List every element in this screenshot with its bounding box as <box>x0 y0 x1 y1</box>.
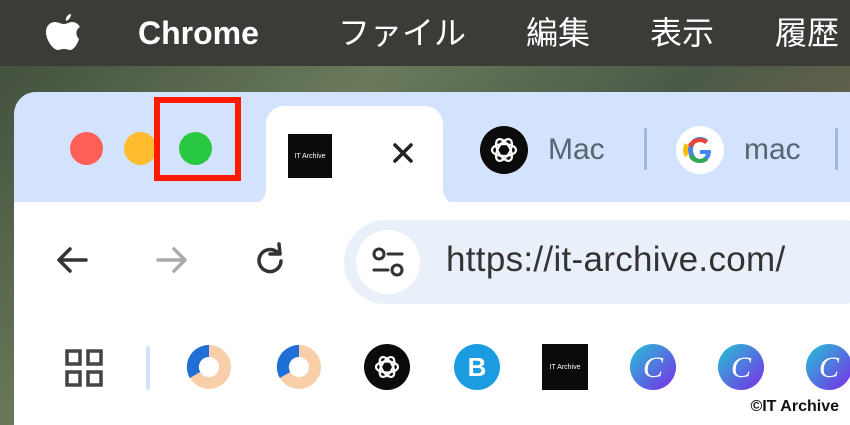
window-close-button[interactable] <box>70 132 103 165</box>
browser-toolbar: https://it-archive.com/ B IT Archive C C… <box>14 202 850 425</box>
tab-mac-openai[interactable]: Mac <box>480 106 640 194</box>
b-icon[interactable]: B <box>454 344 500 390</box>
it-archive-bookmark[interactable]: IT Archive <box>542 344 588 390</box>
chrome-window: IT Archive Mac mac https://it-archive.co… <box>14 92 850 425</box>
menu-app-chrome[interactable]: Chrome <box>138 13 259 53</box>
reload-icon[interactable] <box>250 240 290 280</box>
window-minimize-button[interactable] <box>124 132 157 165</box>
google-icon <box>676 126 724 174</box>
svg-text:C: C <box>643 351 664 384</box>
zoom-button-highlight-box <box>154 97 241 181</box>
tab-close-icon[interactable] <box>386 136 420 170</box>
menu-history[interactable]: 履歴 <box>775 13 839 53</box>
menu-file[interactable]: ファイル <box>338 13 466 53</box>
tab-mac-google[interactable]: mac <box>676 106 836 194</box>
menu-view[interactable]: 表示 <box>650 13 714 53</box>
back-arrow-icon[interactable] <box>52 240 92 280</box>
tab-label: Mac <box>548 133 605 166</box>
macos-menu-bar: Chrome ファイル 編集 表示 履歴 <box>0 0 850 66</box>
tune-icon <box>372 247 404 277</box>
ring-icon[interactable] <box>186 344 232 390</box>
site-info-button[interactable] <box>356 230 420 294</box>
bookmarks-separator <box>146 346 150 390</box>
svg-text:C: C <box>819 351 840 384</box>
url-text[interactable]: https://it-archive.com/ <box>446 240 786 280</box>
tab-separator <box>835 128 838 170</box>
address-bar[interactable]: https://it-archive.com/ <box>344 220 850 304</box>
openai-icon <box>480 126 528 174</box>
openai-icon[interactable] <box>364 344 410 390</box>
svg-text:B: B <box>468 352 487 382</box>
canva-icon[interactable]: C <box>806 344 850 390</box>
watermark: ©IT Archive <box>747 397 842 417</box>
svg-text:C: C <box>731 351 752 384</box>
tab-it-archive[interactable]: IT Archive <box>248 106 461 206</box>
ring-icon[interactable] <box>276 344 322 390</box>
apps-grid-icon[interactable] <box>64 348 104 388</box>
canva-icon[interactable]: C <box>718 344 764 390</box>
apple-menu-icon[interactable] <box>44 10 84 56</box>
tab-label: mac <box>744 133 801 166</box>
canva-icon[interactable]: C <box>630 344 676 390</box>
it-archive-favicon: IT Archive <box>288 134 332 178</box>
forward-arrow-icon[interactable] <box>152 240 192 280</box>
menu-edit[interactable]: 編集 <box>526 13 590 53</box>
tab-separator <box>644 128 647 170</box>
